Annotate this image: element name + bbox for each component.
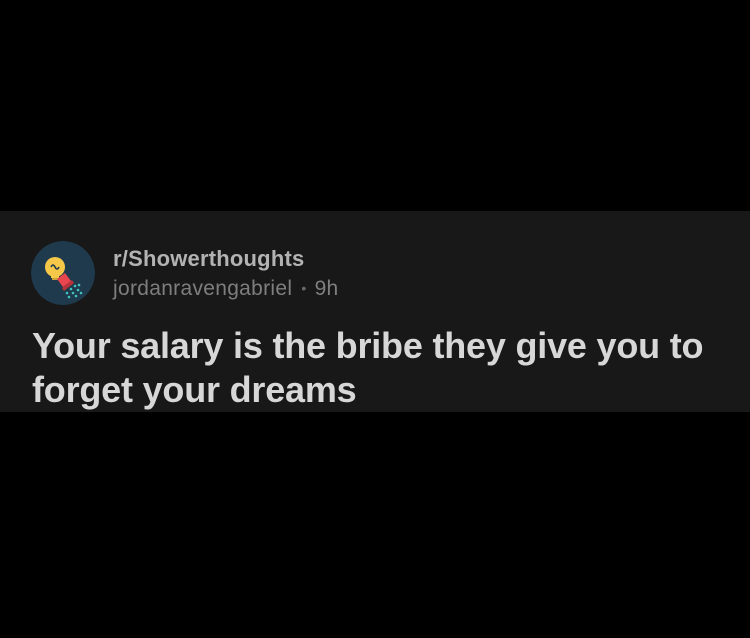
separator-dot: • xyxy=(301,280,307,296)
post-title[interactable]: Your salary is the bribe they give you t… xyxy=(32,324,732,412)
subreddit-avatar[interactable] xyxy=(31,241,95,305)
post-card[interactable]: r/Showerthoughts jordanravengabriel • 9h Y… xyxy=(0,211,750,412)
author-username[interactable]: jordanravengabriel xyxy=(113,277,292,300)
subreddit-name[interactable]: r/Showerthoughts xyxy=(113,246,339,272)
post-age: 9h xyxy=(314,277,339,300)
lightbulb-shower-icon xyxy=(31,241,95,305)
byline: jordanravengabriel • 9h xyxy=(113,275,339,302)
post-meta: r/Showerthoughts jordanravengabriel • 9h xyxy=(113,246,339,302)
